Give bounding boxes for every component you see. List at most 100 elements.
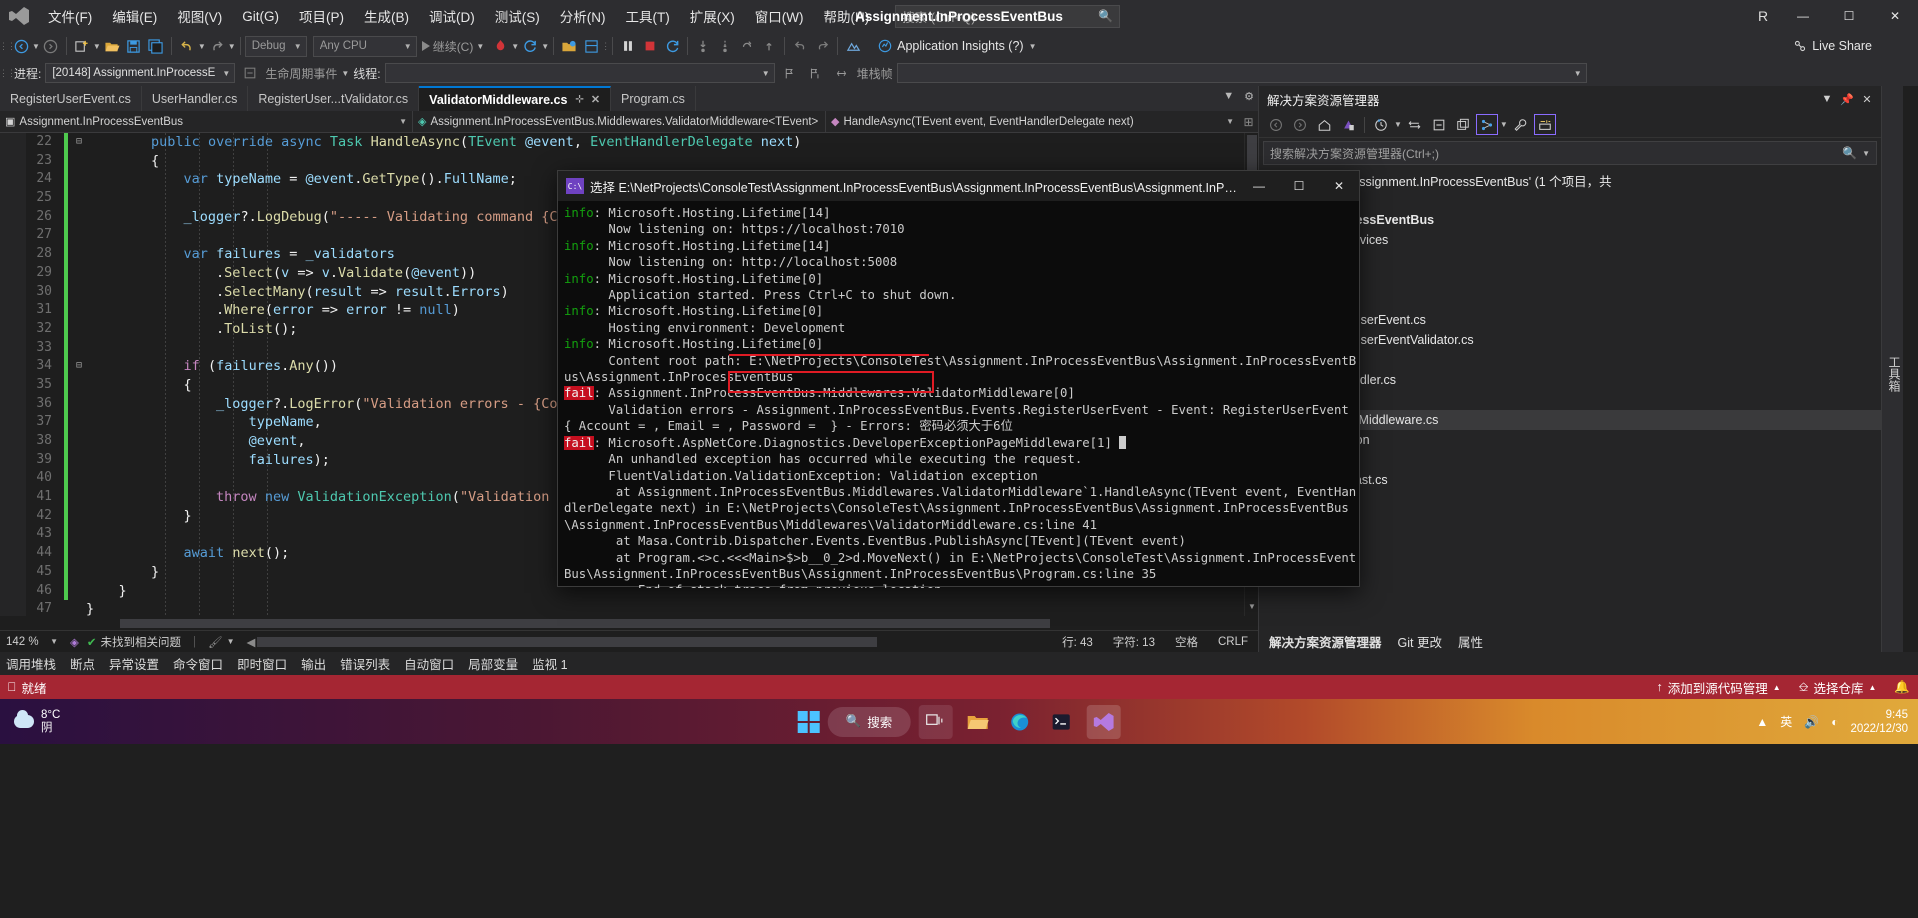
step-over-icon[interactable]	[714, 35, 736, 57]
restart-dropdown-icon[interactable]: ▼	[541, 42, 549, 51]
properties-wrench-icon[interactable]	[1510, 114, 1532, 135]
debug-tab-5[interactable]: 输出	[301, 654, 326, 673]
menu-item-4[interactable]: 项目(P)	[289, 2, 354, 30]
flag-icon[interactable]	[779, 62, 801, 84]
new-project-dropdown-icon[interactable]: ▼	[93, 42, 101, 51]
pin-icon[interactable]: ⊹	[575, 94, 583, 105]
document-tab-1[interactable]: UserHandler.cs	[141, 86, 249, 111]
chevron-down-icon[interactable]: ▼	[1817, 93, 1837, 105]
debug-tab-8[interactable]: 局部变量	[468, 654, 518, 673]
file-explorer-icon[interactable]	[960, 705, 994, 739]
undo-icon[interactable]	[176, 35, 198, 57]
undo-dropdown-icon[interactable]: ▼	[198, 42, 206, 51]
pin-icon[interactable]: 📌	[1837, 93, 1857, 106]
step-into-icon[interactable]	[692, 35, 714, 57]
visual-studio-icon[interactable]	[1086, 704, 1121, 739]
undo-nav-icon[interactable]	[789, 35, 811, 57]
console-output[interactable]: info: Microsoft.Hosting.Lifetime[14] Now…	[558, 201, 1359, 588]
menu-item-5[interactable]: 生成(B)	[354, 2, 419, 30]
debug-tab-4[interactable]: 即时窗口	[237, 654, 287, 673]
close-button[interactable]: ✕	[1872, 0, 1918, 32]
sync-with-active-doc-icon[interactable]	[1337, 114, 1359, 135]
redo-dropdown-icon[interactable]: ▼	[228, 42, 236, 51]
chevron-down-icon[interactable]: ▼	[1500, 120, 1508, 129]
live-share-button[interactable]: Live Share	[1793, 39, 1872, 53]
solution-explorer-search[interactable]: 搜索解决方案资源管理器(Ctrl+;) 🔍 ▼	[1263, 141, 1877, 165]
menu-item-9[interactable]: 工具(T)	[616, 2, 680, 30]
chevron-up-icon[interactable]: ▲	[1756, 715, 1768, 729]
collapse-all-icon[interactable]	[1428, 114, 1450, 135]
step-out-icon[interactable]	[736, 35, 758, 57]
document-tab-3[interactable]: ValidatorMiddleware.cs ⊹ ✕	[419, 86, 612, 111]
restart-icon[interactable]	[519, 35, 541, 57]
debug-tab-2[interactable]: 异常设置	[109, 654, 159, 673]
speaker-icon[interactable]: 🔊	[1804, 715, 1819, 729]
outlining-toggle[interactable]: ⊟	[72, 357, 86, 376]
debug-tab-6[interactable]: 错误列表	[340, 654, 390, 673]
solution-footer-tab-1[interactable]: Git 更改	[1398, 632, 1442, 651]
windows-start-icon[interactable]	[797, 710, 820, 733]
debug-tab-3[interactable]: 命令窗口	[173, 654, 223, 673]
task-view-icon[interactable]	[918, 704, 953, 739]
menu-item-6[interactable]: 调试(D)	[419, 2, 485, 30]
terminal-icon[interactable]	[1044, 705, 1078, 739]
menu-item-1[interactable]: 编辑(E)	[102, 2, 167, 30]
document-tab-2[interactable]: RegisterUser...tValidator.cs	[248, 86, 420, 111]
brush-icon[interactable]: 🖌	[208, 635, 223, 649]
stop-icon[interactable]	[639, 35, 661, 57]
pause-icon[interactable]	[617, 35, 639, 57]
save-icon[interactable]	[123, 35, 145, 57]
process-combo[interactable]: [20148] Assignment.InProcessE ▼	[45, 63, 236, 83]
toolbox-vertical-tab[interactable]: 工具箱	[1881, 86, 1903, 652]
new-folder-icon[interactable]	[1452, 114, 1474, 135]
tab-list-dropdown-icon[interactable]: ▼	[1223, 90, 1234, 103]
home-icon[interactable]	[1313, 114, 1335, 135]
line-ending-indicator[interactable]: CRLF	[1208, 636, 1258, 648]
network-icon[interactable]: ◐	[1831, 715, 1838, 729]
search-icon[interactable]: 🔍	[1842, 146, 1857, 160]
chevron-down-icon[interactable]: ▼	[227, 637, 235, 646]
solution-footer-tab-2[interactable]: 属性	[1458, 632, 1483, 651]
indentation-indicator[interactable]: 空格	[1165, 634, 1208, 650]
console-window[interactable]: C:\ 选择 E:\NetProjects\ConsoleTest\Assign…	[557, 170, 1360, 588]
tab-settings-icon[interactable]: ⚙	[1244, 90, 1254, 103]
step-up-icon[interactable]	[758, 35, 780, 57]
debug-tab-9[interactable]: 监视 1	[532, 654, 567, 673]
configuration-combo[interactable]: Debug ▼	[244, 35, 307, 57]
scroll-down-icon[interactable]: ▼	[1245, 602, 1258, 616]
zoom-combo[interactable]: 142 % ▼	[0, 636, 62, 648]
window-layout-icon[interactable]	[580, 35, 602, 57]
taskbar-search[interactable]: 🔍 搜索	[827, 706, 911, 737]
select-repository-button[interactable]: ⎒ 选择仓库 ▲	[1799, 678, 1877, 697]
continue-button[interactable]: 继续(C) ▼	[417, 35, 490, 57]
preview-pane-icon[interactable]	[1533, 114, 1556, 135]
navbar-type[interactable]: ◈ Assignment.InProcessEventBus.Middlewar…	[413, 110, 826, 133]
navbar-split-button[interactable]: ⊞	[1239, 115, 1258, 129]
horizontal-scroll-thumb[interactable]	[120, 619, 1050, 628]
status-scroll-track[interactable]	[257, 636, 878, 647]
restart-debug-icon[interactable]	[661, 35, 683, 57]
ime-indicator[interactable]: 英	[1780, 713, 1792, 730]
minimize-button[interactable]: —	[1780, 0, 1826, 32]
platform-combo[interactable]: Any CPU ▼	[312, 35, 417, 57]
account-avatar[interactable]: R	[1746, 8, 1780, 24]
document-tab-0[interactable]: RegisterUserEvent.cs	[0, 86, 142, 111]
open-folder-icon[interactable]	[101, 35, 123, 57]
forward-icon[interactable]	[1289, 114, 1311, 135]
search-icon[interactable]: 🔍	[1098, 9, 1113, 23]
navigate-back-icon[interactable]	[10, 35, 32, 57]
debug-tab-1[interactable]: 断点	[70, 654, 95, 673]
toolbar-overflow-grip[interactable]: ⋮	[601, 37, 610, 55]
redo-icon[interactable]	[206, 35, 228, 57]
lifecycle-events-icon[interactable]	[239, 62, 261, 84]
solution-footer-tab-0[interactable]: 解决方案资源管理器	[1269, 632, 1382, 651]
editor-horizontal-scrollbar[interactable]	[0, 616, 1244, 630]
close-icon[interactable]: ✕	[1857, 93, 1877, 106]
add-to-source-control-button[interactable]: ↑ 添加到源代码管理 ▲	[1656, 678, 1780, 697]
show-all-files-icon[interactable]	[1475, 114, 1498, 135]
navbar-member[interactable]: ◆ HandleAsync(TEvent event, EventHandler…	[826, 111, 1239, 133]
menu-item-0[interactable]: 文件(F)	[38, 2, 102, 30]
application-insights-button[interactable]: Application Insights (?) ▼	[878, 39, 1037, 53]
console-minimize-button[interactable]: —	[1239, 171, 1279, 201]
pending-changes-icon[interactable]	[1370, 114, 1392, 135]
